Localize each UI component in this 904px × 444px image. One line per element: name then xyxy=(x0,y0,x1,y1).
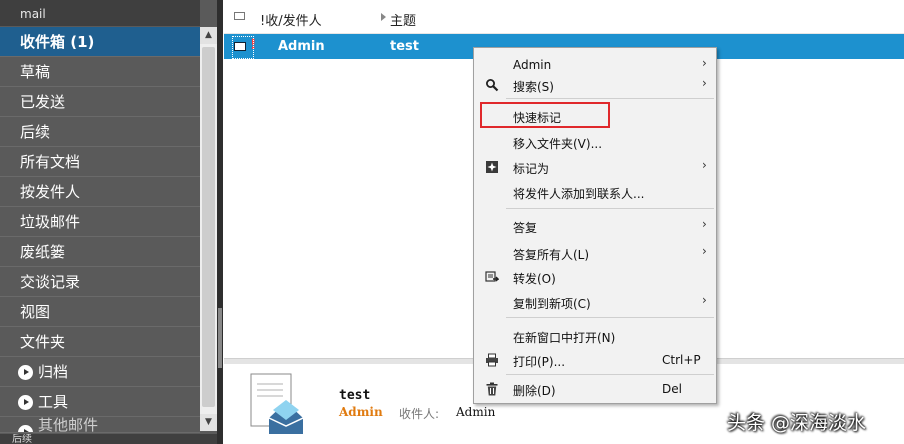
menu-item-label: 将发件人添加到联系人... xyxy=(513,187,645,201)
pane-divider[interactable] xyxy=(217,0,223,444)
menu-item-label: 复制到新项(C) xyxy=(513,297,591,311)
menu-item-open-new-window[interactable]: 在新窗口中打开(N) xyxy=(476,324,714,348)
preview-recipient[interactable]: Admin xyxy=(456,405,495,419)
sidebar-item-label: 按发件人 xyxy=(20,183,81,201)
sidebar-item-junk[interactable]: 垃圾邮件 xyxy=(0,207,200,237)
printer-icon xyxy=(486,353,498,367)
preview-subject: test xyxy=(339,388,371,403)
message-list-header: !收/发件人 主题 xyxy=(224,0,904,34)
sidebar-item-drafts[interactable]: 草稿 xyxy=(0,57,200,87)
menu-separator xyxy=(506,98,714,99)
menu-item-label: 搜索(S) xyxy=(513,80,554,94)
menu-item-copy-to-new[interactable]: 复制到新项(C) › xyxy=(476,290,714,314)
sidebar-item-trash[interactable]: 废纸篓 xyxy=(0,237,200,267)
sidebar-list: 收件箱 (1) 草稿 已发送 后续 所有文档 按发件人 垃圾邮件 废纸篓 交谈记… xyxy=(0,27,200,433)
expand-arrow-icon[interactable] xyxy=(18,425,33,432)
expand-arrow-icon[interactable] xyxy=(18,365,33,380)
sidebar-scrollbar[interactable]: ▲ ▼ xyxy=(200,27,217,431)
sidebar-item-label: 后续 xyxy=(20,123,51,141)
sort-arrow-icon xyxy=(381,13,386,21)
chevron-right-icon: › xyxy=(702,158,707,172)
sidebar-item-all-documents[interactable]: 所有文档 xyxy=(0,147,200,177)
menu-item-shortcut: Del xyxy=(662,382,682,396)
menu-item-label: 标记为 xyxy=(513,162,550,176)
sidebar-item-folders[interactable]: 文件夹 xyxy=(0,327,200,357)
menu-item-label: 答复 xyxy=(513,221,538,235)
column-subject[interactable]: 主题 xyxy=(390,10,416,29)
menu-separator xyxy=(506,208,714,209)
sidebar-item-label: 交谈记录 xyxy=(20,273,81,291)
mail-document-icon xyxy=(250,373,303,434)
forward-icon xyxy=(485,271,499,282)
sidebar-item-tools[interactable]: 工具 xyxy=(0,387,200,417)
focus-outline xyxy=(232,36,254,59)
sidebar-item-inbox[interactable]: 收件箱 (1) xyxy=(0,27,200,57)
column-sender[interactable]: !收/发件人 xyxy=(260,10,322,29)
chevron-right-icon: › xyxy=(702,244,707,258)
menu-item-label: 打印(P)... xyxy=(513,355,566,369)
sidebar-item-conversations[interactable]: 交谈记录 xyxy=(0,267,200,297)
menu-item-delete[interactable]: 删除(D) Del xyxy=(476,377,714,401)
sidebar-bottom-section[interactable]: 后续 xyxy=(0,434,221,444)
menu-item-mark-as[interactable]: 标记为 › xyxy=(476,155,714,179)
menu-item-label: 移入文件夹(V)... xyxy=(513,137,603,151)
menu-separator xyxy=(506,317,714,318)
menu-item-add-sender-to-contacts[interactable]: 将发件人添加到联系人... xyxy=(476,180,714,204)
menu-separator xyxy=(506,374,714,375)
sidebar-item-label: 所有文档 xyxy=(20,153,81,171)
sidebar-title: mail xyxy=(0,0,200,26)
row-sender: Admin xyxy=(278,39,325,54)
sidebar-item-archive[interactable]: 归档 xyxy=(0,357,200,387)
menu-item-reply[interactable]: 答复 › xyxy=(476,214,714,238)
menu-item-label: 答复所有人(L) xyxy=(513,248,590,262)
sidebar-item-by-sender[interactable]: 按发件人 xyxy=(0,177,200,207)
mark-icon xyxy=(486,161,498,173)
preview-sender[interactable]: Admin xyxy=(339,405,383,419)
sidebar-item-label: 草稿 xyxy=(20,63,51,81)
chevron-right-icon: › xyxy=(702,56,707,70)
row-subject: test xyxy=(390,39,419,54)
envelope-icon xyxy=(234,12,245,20)
menu-item-label: 在新窗口中打开(N) xyxy=(513,331,616,345)
menu-item-move-to-folder[interactable]: 移入文件夹(V)... xyxy=(476,130,714,154)
sidebar-item-follow-up[interactable]: 后续 xyxy=(0,117,200,147)
menu-item-label: Admin xyxy=(513,58,552,72)
chevron-right-icon: › xyxy=(702,293,707,307)
menu-item-label: 删除(D) xyxy=(513,384,556,398)
sidebar-item-label: 文件夹 xyxy=(20,333,66,351)
context-menu: Admin › 搜索(S) › 快速标记 移入文件夹(V)... 标记为 › 将… xyxy=(473,47,717,404)
menu-item-shortcut: Ctrl+P xyxy=(662,353,701,367)
menu-item-print[interactable]: 打印(P)... Ctrl+P xyxy=(476,348,714,372)
menu-item-reply-all[interactable]: 答复所有人(L) › xyxy=(476,241,714,265)
divider-grip[interactable] xyxy=(218,308,222,368)
preview-recipient-label: 收件人: xyxy=(399,407,440,421)
sidebar-item-label: 垃圾邮件 xyxy=(20,213,81,231)
sidebar-item-sent[interactable]: 已发送 xyxy=(0,87,200,117)
search-icon xyxy=(486,79,499,92)
sidebar-item-other-mail[interactable]: 其他邮件 xyxy=(0,417,200,433)
sidebar-item-label: 废纸篓 xyxy=(20,243,66,261)
watermark: 头条 @深海淡水 xyxy=(727,412,867,434)
sidebar-item-label: 已发送 xyxy=(20,93,66,111)
menu-item-forward[interactable]: 转发(O) xyxy=(476,265,714,289)
chevron-right-icon: › xyxy=(702,217,707,231)
sidebar-item-label: 收件箱 (1) xyxy=(20,33,95,51)
scroll-up-icon[interactable]: ▲ xyxy=(200,27,217,44)
menu-item-label: 转发(O) xyxy=(513,272,556,286)
annotation-highlight-box xyxy=(480,102,610,128)
expand-arrow-icon[interactable] xyxy=(18,395,33,410)
sidebar-item-label: 视图 xyxy=(20,303,51,321)
chevron-right-icon: › xyxy=(702,76,707,90)
scrollbar-thumb[interactable] xyxy=(202,47,215,407)
sidebar: mail 收件箱 (1) 草稿 已发送 后续 所有文档 按发件人 垃圾邮件 废纸… xyxy=(0,0,221,444)
sidebar-item-views[interactable]: 视图 xyxy=(0,297,200,327)
scroll-down-icon[interactable]: ▼ xyxy=(200,414,217,431)
trash-icon xyxy=(486,382,498,396)
menu-item-search[interactable]: 搜索(S) › xyxy=(476,73,714,97)
